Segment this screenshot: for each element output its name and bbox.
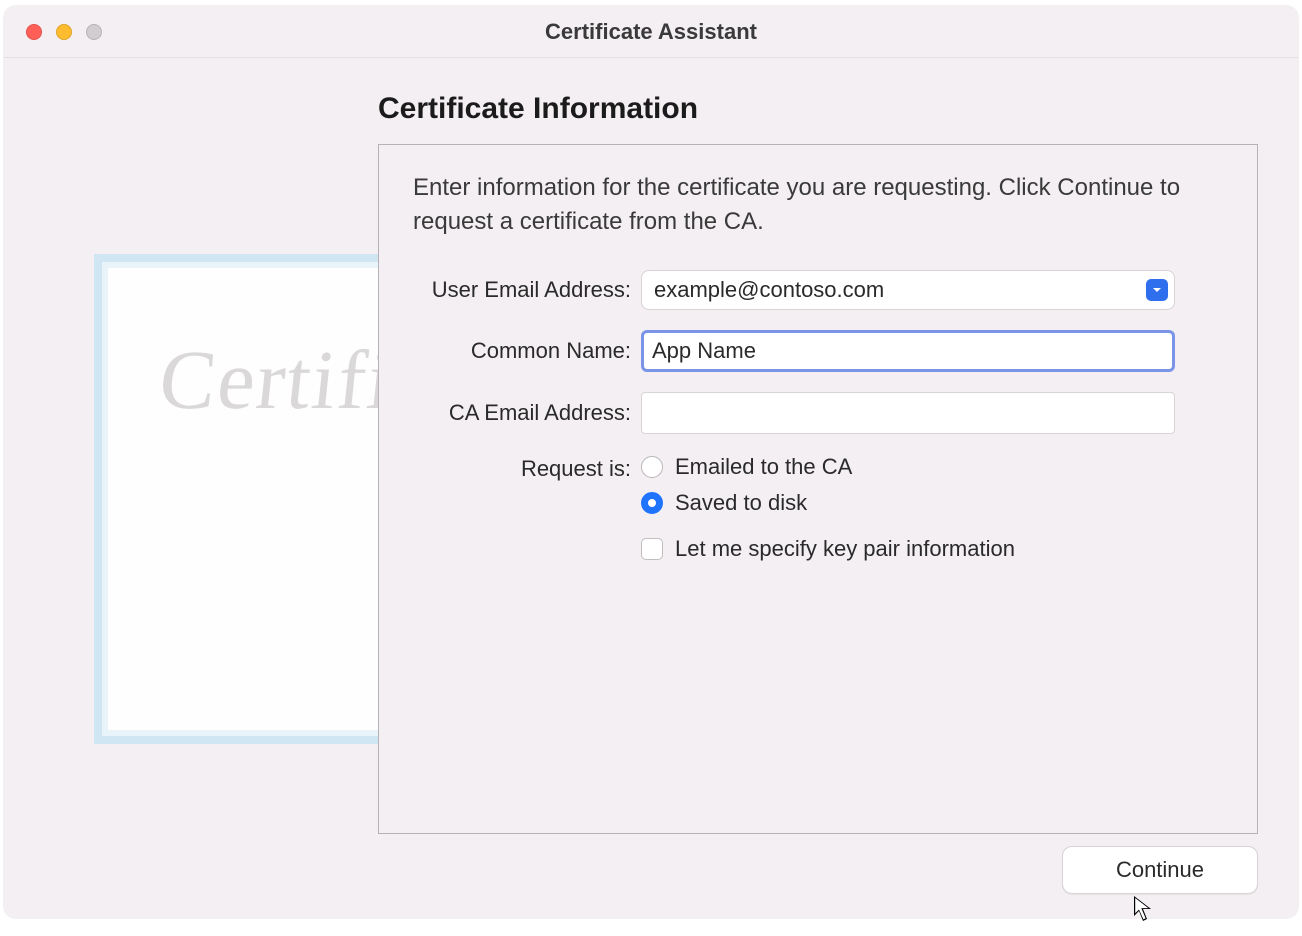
row-common-name: Common Name: xyxy=(413,330,1223,372)
titlebar: Certificate Assistant xyxy=(4,6,1298,58)
label-user-email: User Email Address: xyxy=(413,277,641,303)
window-title: Certificate Assistant xyxy=(4,19,1298,45)
zoom-window-button[interactable] xyxy=(86,24,102,40)
form-panel: Enter information for the certificate yo… xyxy=(378,144,1258,834)
label-ca-email: CA Email Address: xyxy=(413,400,641,426)
traffic-lights xyxy=(26,24,102,40)
row-user-email: User Email Address: example@contoso.com xyxy=(413,270,1223,310)
close-window-button[interactable] xyxy=(26,24,42,40)
common-name-input[interactable] xyxy=(641,330,1175,372)
checkbox-key-pair-info[interactable]: Let me specify key pair information xyxy=(641,536,1175,562)
footer: Continue xyxy=(1062,846,1258,894)
mouse-cursor-icon xyxy=(1133,895,1153,923)
radio-label: Emailed to the CA xyxy=(675,454,852,480)
continue-button[interactable]: Continue xyxy=(1062,846,1258,894)
user-email-value: example@contoso.com xyxy=(654,277,1146,303)
radio-icon xyxy=(641,456,663,478)
radio-saved-to-disk[interactable]: Saved to disk xyxy=(641,490,1175,516)
radio-emailed-to-ca[interactable]: Emailed to the CA xyxy=(641,454,1175,480)
label-common-name: Common Name: xyxy=(413,338,641,364)
user-email-combo[interactable]: example@contoso.com xyxy=(641,270,1175,310)
radio-icon xyxy=(641,492,663,514)
label-request-is: Request is: xyxy=(413,454,641,482)
content-area: Certificate Certificat xyxy=(4,58,1298,918)
row-request-is: Request is: Emailed to the CA Saved to d… xyxy=(413,454,1223,516)
page-heading: Certificate Information xyxy=(378,92,1258,126)
app-window: Certificate Assistant Certificate xyxy=(4,6,1298,918)
ca-email-input[interactable] xyxy=(641,392,1175,434)
checkbox-icon xyxy=(641,538,663,560)
chevron-down-icon[interactable] xyxy=(1146,279,1168,301)
panel-intro: Enter information for the certificate yo… xyxy=(413,171,1203,238)
radio-label: Saved to disk xyxy=(675,490,807,516)
row-ca-email: CA Email Address: xyxy=(413,392,1223,434)
row-key-pair: Let me specify key pair information xyxy=(413,536,1223,562)
checkbox-label: Let me specify key pair information xyxy=(675,536,1015,562)
minimize-window-button[interactable] xyxy=(56,24,72,40)
